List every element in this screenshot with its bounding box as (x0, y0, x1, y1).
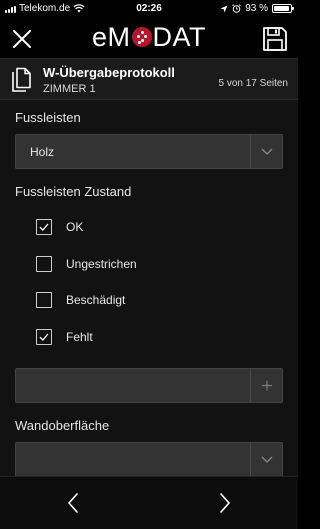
form-content[interactable]: Fussleisten Holz Fussleisten Zustand OK … (0, 100, 298, 476)
checkbox-fehlt[interactable] (36, 329, 52, 345)
checkbox-label-beschaedigt: Beschädigt (66, 293, 126, 307)
wandoberflaeche-select[interactable] (15, 442, 283, 476)
checkmark-icon (39, 333, 49, 341)
plus-icon (262, 380, 272, 391)
checkbox-row-fehlt[interactable]: Fehlt (36, 328, 93, 346)
fussleisten-value: Holz (30, 145, 55, 159)
documents-icon (12, 67, 31, 92)
app-logo: eM DAT (0, 22, 298, 53)
checkbox-label-ungestrichen: Ungestrichen (66, 257, 137, 271)
document-subtitle: ZIMMER 1 (43, 83, 96, 95)
fussleisten-dropdown[interactable] (250, 135, 282, 168)
checkbox-ungestrichen[interactable] (36, 256, 52, 272)
save-icon[interactable] (262, 26, 288, 52)
logo-dot-icon (131, 27, 152, 47)
logo-text-suffix: DAT (152, 22, 207, 52)
chevron-down-icon (261, 456, 273, 463)
status-right: 93 % (220, 3, 294, 14)
location-arrow-icon (220, 5, 228, 12)
checkbox-row-beschaedigt[interactable]: Beschädigt (36, 291, 125, 309)
bottom-navigation (0, 476, 298, 529)
checkmark-icon (39, 223, 49, 231)
add-option-input[interactable] (16, 369, 251, 402)
document-header: W-Übergabeprotokoll ZIMMER 1 5 von 17 Se… (0, 58, 298, 100)
logo-text-m: M (107, 22, 131, 52)
status-bar: Telekom.de 02:26 93 % (0, 0, 298, 18)
chevron-left-icon[interactable] (60, 489, 88, 517)
chevron-down-icon (261, 148, 273, 155)
wandoberflaeche-dropdown[interactable] (250, 443, 282, 476)
checkbox-beschaedigt[interactable] (36, 292, 52, 308)
wandoberflaeche-label: Wandoberfläche (15, 418, 110, 433)
fussleisten-zustand-label: Fussleisten Zustand (15, 184, 132, 199)
checkbox-label-fehlt: Fehlt (66, 330, 93, 344)
checkbox-row-ok[interactable]: OK (36, 218, 83, 236)
top-bar: eM DAT (0, 18, 298, 58)
alarm-clock-icon (232, 4, 241, 13)
page-counter: 5 von 17 Seiten (218, 78, 289, 89)
battery-icon (272, 4, 294, 13)
checkbox-row-ungestrichen[interactable]: Ungestrichen (36, 255, 137, 273)
add-option-field (15, 368, 283, 403)
checkbox-label-ok: OK (66, 220, 84, 234)
fussleisten-label: Fussleisten (15, 110, 81, 125)
add-option-button[interactable] (250, 369, 282, 402)
battery-percent: 93 % (245, 3, 268, 14)
checkbox-ok[interactable] (36, 219, 52, 235)
fussleisten-select[interactable]: Holz (15, 134, 283, 169)
logo-text-prefix: e (91, 22, 108, 52)
chevron-right-icon[interactable] (210, 489, 238, 517)
battery-fill (274, 6, 289, 11)
document-title: W-Übergabeprotokoll (43, 65, 175, 80)
